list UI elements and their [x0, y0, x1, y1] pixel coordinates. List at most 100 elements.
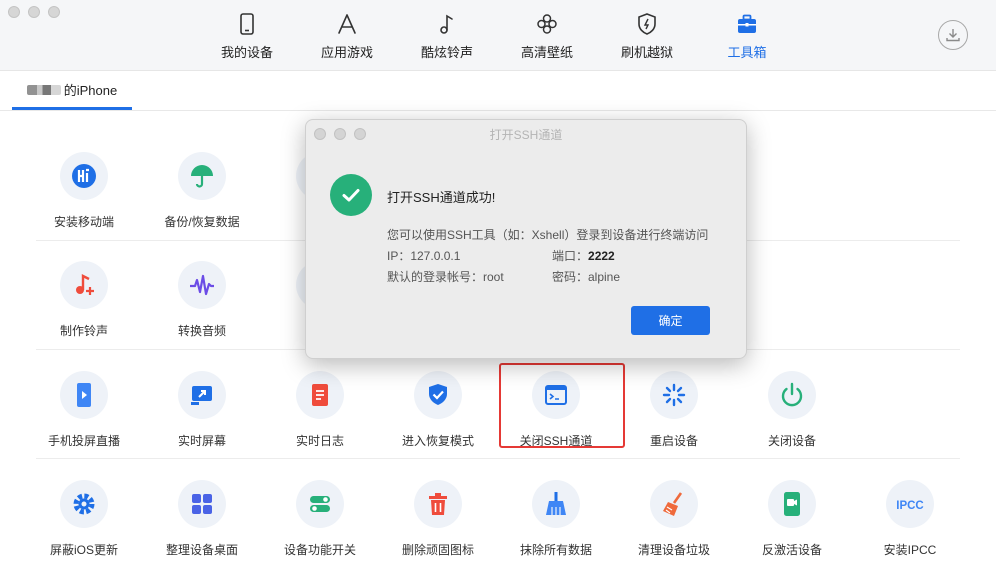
nav-label: 酷炫铃声 — [420, 45, 473, 60]
dialog-titlebar: 打开SSH通道 — [306, 120, 746, 148]
tool-install-ipcc[interactable]: IPCC 安装IPCC — [855, 480, 965, 558]
window-controls — [8, 6, 60, 18]
spinner-icon — [662, 383, 686, 407]
dialog-window-controls — [314, 128, 366, 140]
phone-play-icon — [77, 383, 91, 407]
nav-apps-games[interactable]: 应用游戏 — [297, 0, 397, 71]
tool-install-mobile[interactable]: 安装移动端 — [29, 152, 139, 230]
tool-organize-desktop[interactable]: 整理设备桌面 — [147, 480, 257, 558]
nav-flash-jailbreak[interactable]: 刷机越狱 — [597, 0, 697, 71]
toggle-icon — [310, 496, 330, 512]
nav-label: 刷机越狱 — [620, 45, 673, 60]
shield-flash-icon — [638, 13, 656, 35]
tool-label: 抹除所有数据 — [519, 543, 592, 557]
tool-label: 清理设备垃圾 — [637, 543, 710, 557]
tool-label: 实时日志 — [295, 434, 344, 448]
tool-label: 实时屏幕 — [177, 434, 226, 448]
tool-enter-recovery[interactable]: 进入恢复模式 — [383, 371, 493, 449]
dialog-zoom-button[interactable] — [354, 128, 366, 140]
main-nav: 我的设备 应用游戏 酷炫铃声 高清壁纸 刷机越狱 工具箱 — [197, 0, 797, 71]
tool-make-ringtone[interactable]: 制作铃声 — [29, 261, 139, 339]
download-icon — [946, 29, 960, 42]
ringtone-icon — [76, 274, 94, 295]
tool-label: 转换音频 — [177, 324, 226, 338]
tool-screen-mirror-live[interactable]: 手机投屏直播 — [29, 371, 139, 449]
dialog-title: 打开SSH通道 — [489, 127, 563, 142]
dialog-heading: 打开SSH通道成功! — [387, 190, 496, 205]
tool-label: 手机投屏直播 — [47, 434, 120, 448]
tool-deactivate-device[interactable]: 反激活设备 — [737, 480, 847, 558]
ipcc-text-icon: IPCC — [896, 500, 923, 512]
dialog-minimize-button[interactable] — [334, 128, 346, 140]
nav-label: 我的设备 — [220, 45, 273, 60]
close-window-button[interactable] — [8, 6, 20, 18]
tool-shutdown-device[interactable]: 关闭设备 — [737, 371, 847, 449]
nav-label: 工具箱 — [727, 45, 767, 60]
nav-toolbox[interactable]: 工具箱 — [697, 0, 797, 71]
tool-label: 备份/恢复数据 — [164, 215, 240, 229]
tool-realtime-screen[interactable]: 实时屏幕 — [147, 371, 257, 449]
device-tab[interactable]: 的iPhone — [12, 72, 132, 110]
success-check-icon — [330, 174, 372, 216]
ssh-success-dialog: 打开SSH通道 打开SSH通道成功! 您可以使用SSH工具（如：Xshell）登… — [305, 119, 747, 359]
grid-icon — [192, 494, 212, 514]
waveform-icon — [190, 274, 214, 296]
top-toolbar: 我的设备 应用游戏 酷炫铃声 高清壁纸 刷机越狱 工具箱 — [0, 0, 996, 71]
shield-check-icon — [429, 384, 447, 405]
tool-label: 屏蔽iOS更新 — [49, 543, 118, 557]
dialog-description: 您可以使用SSH工具（如：Xshell）登录到设备进行终端访问 — [387, 228, 709, 242]
nav-wallpapers[interactable]: 高清壁纸 — [497, 0, 597, 71]
nav-ringtones[interactable]: 酷炫铃声 — [397, 0, 497, 71]
gear-icon — [73, 493, 95, 515]
toolbox-icon — [738, 14, 756, 33]
power-icon — [781, 382, 803, 407]
sweep-icon — [663, 492, 683, 516]
screen-cast-icon — [191, 386, 212, 405]
tool-realtime-log[interactable]: 实时日志 — [265, 371, 375, 449]
login-account: 默认的登录帐号：root — [387, 270, 504, 284]
highlight-box — [499, 363, 625, 448]
nav-label: 高清壁纸 — [520, 45, 573, 60]
zoom-window-button[interactable] — [48, 6, 60, 18]
ip-address: IP：127.0.0.1 — [387, 249, 461, 263]
broom-icon — [546, 492, 566, 515]
download-manager-button[interactable] — [938, 20, 968, 50]
tab-divider — [0, 110, 996, 111]
tool-backup-restore[interactable]: 备份/恢复数据 — [147, 152, 257, 230]
tool-clean-junk[interactable]: 清理设备垃圾 — [619, 480, 729, 558]
nav-my-device[interactable]: 我的设备 — [197, 0, 297, 71]
dialog-close-button[interactable] — [314, 128, 326, 140]
tool-label: 关闭设备 — [767, 434, 816, 448]
phone-video-icon — [784, 492, 800, 516]
tool-label: 设备功能开关 — [283, 543, 356, 557]
tool-erase-all-data[interactable]: 抹除所有数据 — [501, 480, 611, 558]
flower-icon — [537, 14, 557, 34]
tool-convert-audio[interactable]: 转换音频 — [147, 261, 257, 339]
tool-label: 进入恢复模式 — [401, 434, 474, 448]
tool-feature-switches[interactable]: 设备功能开关 — [265, 480, 375, 558]
tool-delete-stubborn-icons[interactable]: 删除顽固图标 — [383, 480, 493, 558]
tool-label: 删除顽固图标 — [401, 543, 474, 557]
app-logo-icon — [72, 164, 96, 188]
redacted-device-owner — [26, 84, 61, 95]
row-divider — [36, 458, 960, 459]
nav-label: 应用游戏 — [320, 45, 373, 60]
device-tab-label: 的iPhone — [63, 83, 118, 98]
app-store-icon — [338, 14, 356, 34]
tool-label: 安装移动端 — [53, 215, 114, 229]
trash-icon — [429, 493, 447, 515]
minimize-window-button[interactable] — [28, 6, 40, 18]
log-document-icon — [312, 384, 328, 406]
umbrella-icon — [191, 165, 213, 188]
tool-restart-device[interactable]: 重启设备 — [619, 371, 729, 449]
ipcc-badge: IPCC — [896, 500, 923, 512]
tool-label: 制作铃声 — [59, 324, 108, 338]
login-password: 密码：alpine — [552, 270, 621, 284]
ok-button[interactable]: 确定 — [631, 306, 710, 335]
port-value: 2222 — [588, 249, 615, 263]
tool-label: 安装IPCC — [883, 543, 937, 557]
dialog-body: 您可以使用SSH工具（如：Xshell）登录到设备进行终端访问 IP：127.0… — [387, 225, 727, 288]
tool-block-ios-update[interactable]: 屏蔽iOS更新 — [29, 480, 139, 558]
phone-icon — [240, 13, 254, 35]
tool-label: 整理设备桌面 — [165, 543, 238, 557]
